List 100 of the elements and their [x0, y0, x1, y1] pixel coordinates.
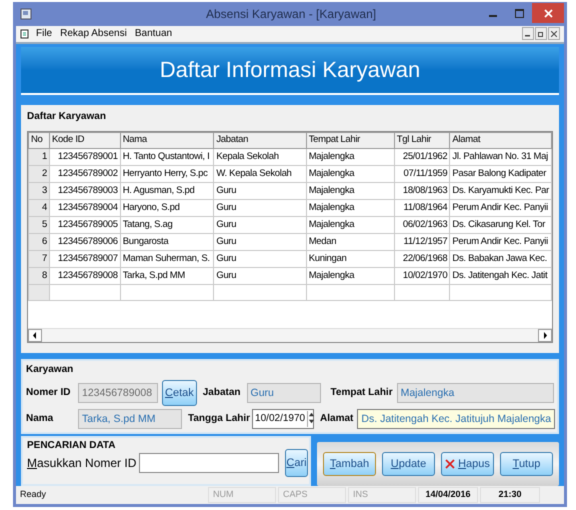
restore-button[interactable]	[535, 27, 547, 40]
status-text: Ready	[19, 488, 48, 502]
table-cell: Bungarosta	[120, 233, 214, 250]
id-input-field[interactable]	[139, 452, 280, 473]
horizontal-scrollbar[interactable]	[28, 328, 552, 342]
table-cell: 07/11/1959	[394, 165, 450, 182]
menu-item[interactable]: File	[36, 26, 52, 42]
table-cell: 22/06/1968	[394, 250, 450, 268]
date-field[interactable]: 10/02/1970	[252, 408, 314, 429]
row-header: 5	[28, 216, 50, 234]
minimize-button[interactable]	[522, 27, 534, 40]
field-label: Masukkan Nomer ID	[27, 454, 136, 472]
text-field[interactable]: Majalengka	[396, 382, 554, 403]
table-cell: 11/08/1964	[394, 199, 450, 216]
scroll-right-icon[interactable]	[538, 328, 552, 342]
column-header[interactable]: Jabatan	[214, 132, 306, 148]
table-cell: 123456789006	[50, 233, 120, 250]
table-cell: Ds. Cikasarung Kel. Tor	[450, 216, 552, 234]
close-button[interactable]	[548, 27, 560, 40]
close-button[interactable]	[532, 3, 564, 23]
print-button[interactable]: Cetak	[162, 380, 197, 406]
table-cell: Perum Andir Kec. Panyii	[450, 199, 552, 216]
search-button[interactable]: Cari	[285, 448, 308, 477]
table-cell: Ds. Karyamukti Kec. Par	[450, 182, 552, 200]
table-cell: 123456789007	[50, 250, 120, 268]
status-text: 21:30	[480, 487, 540, 503]
table-cell: Tarka, S.pd MM	[120, 267, 214, 284]
table-cell: H. Agusman, S.pd	[120, 182, 214, 200]
status-text: INS	[348, 487, 416, 503]
table-cell: 123456789002	[50, 165, 120, 182]
text-field[interactable]: Guru	[246, 382, 321, 403]
menu-item[interactable]: Bantuan	[134, 26, 172, 42]
spinner-icon[interactable]	[307, 410, 316, 427]
row-header: 7	[28, 250, 50, 268]
table-cell: Medan	[306, 233, 394, 250]
table-cell: Majalengka	[306, 148, 394, 166]
row-header: 6	[28, 233, 50, 250]
field-label: Alamat	[320, 412, 354, 426]
table-cell: Majalengka	[306, 182, 394, 200]
group-title: Karyawan	[26, 362, 74, 377]
table-cell: 123456789003	[50, 182, 120, 200]
field-label: Tangga Lahir	[188, 412, 250, 426]
table-cell: 123456789005	[50, 216, 120, 234]
table-cell: 123456789004	[50, 199, 120, 216]
column-header[interactable]: Nama	[120, 132, 214, 148]
action-button[interactable]: Tutup	[500, 452, 553, 476]
row-header: 2	[28, 165, 50, 182]
close-icon	[544, 8, 552, 18]
table-cell: W. Kepala Sekolah	[214, 165, 306, 182]
table-cell: Majalengka	[306, 199, 394, 216]
menu-item[interactable]: Rekap Absensi	[60, 26, 127, 42]
table-cell: Majalengka	[306, 216, 394, 234]
scroll-left-icon[interactable]	[28, 328, 42, 342]
restore-icon	[538, 30, 544, 37]
table-cell: Haryono, S.pd	[120, 199, 214, 216]
text-field[interactable]: 123456789008	[78, 382, 158, 403]
close-icon	[551, 30, 557, 37]
column-header[interactable]: No	[28, 132, 50, 148]
status-text: 14/04/2016	[418, 487, 478, 503]
table-cell: 123456789001	[50, 148, 120, 166]
document-icon	[20, 28, 30, 39]
group-title: Daftar Karyawan	[27, 110, 107, 124]
table-cell: Guru	[214, 233, 306, 250]
table-cell: Guru	[214, 216, 306, 234]
maximize-icon	[514, 8, 524, 18]
table-cell: H. Tanto Qustantowi, I	[120, 148, 214, 166]
text-field[interactable]: Ds. Jatitengah Kec. Jatitujuh Majalengka	[357, 408, 556, 429]
field-label: Nomer ID	[26, 386, 72, 400]
field-label: Tempat Lahir	[330, 386, 393, 400]
table-cell: Ds. Jatitengah Kec. Jatit	[450, 267, 552, 284]
field-label: Jabatan	[202, 386, 241, 400]
table-cell: Perum Andir Kec. Panyii	[450, 233, 552, 250]
header-title: Daftar Informasi Karyawan	[160, 56, 420, 84]
row-header: 1	[28, 148, 50, 166]
window-title: Absensi Karyawan - [Karyawan]	[206, 6, 376, 23]
table-cell: Guru	[214, 250, 306, 268]
text-field[interactable]: Tarka, S.pd MM	[78, 408, 182, 429]
table-cell: 11/12/1957	[394, 233, 450, 250]
row-header: 4	[28, 199, 50, 216]
action-button[interactable]: Tambah	[323, 452, 376, 476]
table-cell: Guru	[214, 182, 306, 200]
column-header[interactable]: Alamat	[450, 132, 552, 148]
group-title: PENCARIAN DATA	[27, 438, 117, 453]
column-header[interactable]: Kode ID	[50, 132, 120, 148]
status-text: NUM	[208, 487, 276, 503]
column-header[interactable]: Tempat Lahir	[306, 132, 394, 148]
action-button[interactable]: Update	[382, 452, 435, 476]
column-header[interactable]: Tgl Lahir	[394, 132, 450, 148]
action-button[interactable]: Hapus	[441, 452, 494, 476]
table-cell: Kuningan	[306, 250, 394, 268]
table-cell: Pasar Balong Kadipater	[450, 165, 552, 182]
table-cell: 06/02/1963	[394, 216, 450, 234]
table-cell: Tatang, S.ag	[120, 216, 214, 234]
table-cell: Herryanto Herry, S.pc	[120, 165, 214, 182]
table-cell: 18/08/1963	[394, 182, 450, 200]
table-cell: Guru	[214, 267, 306, 284]
table-cell: Majalengka	[306, 165, 394, 182]
table-cell: Jl. Pahlawan No. 31 Maj	[450, 148, 552, 166]
delete-icon	[445, 458, 456, 469]
table-cell: Maman Suherman, S.	[120, 250, 214, 268]
